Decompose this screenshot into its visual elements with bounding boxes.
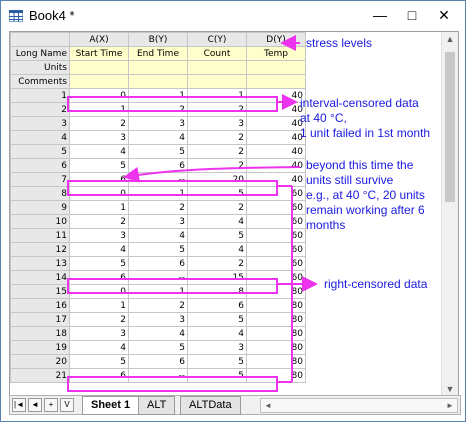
- interval-line-2: at 40 °C,: [300, 111, 347, 125]
- beyond-line-1: beyond this time the: [306, 158, 414, 172]
- beyond-line-4: remain working after 6: [306, 203, 425, 217]
- interval-censored-label: interval-censored data at 40 °C, 1 unit …: [300, 96, 430, 141]
- interval-line-3: 1 unit failed in 1st month: [300, 126, 431, 140]
- beyond-arrow: [123, 166, 301, 183]
- beyond-line-5: months: [306, 218, 346, 232]
- beyond-line-3: e.g., at 40 °C, 20 units: [306, 188, 425, 202]
- beyond-line-2: units still survive: [306, 173, 394, 187]
- beyond-time-label: beyond this time the units still survive…: [306, 158, 425, 233]
- stress-levels-label: stress levels: [306, 36, 373, 50]
- right-censored-label: right-censored data: [324, 277, 428, 291]
- interval-line-1: interval-censored data: [300, 96, 419, 110]
